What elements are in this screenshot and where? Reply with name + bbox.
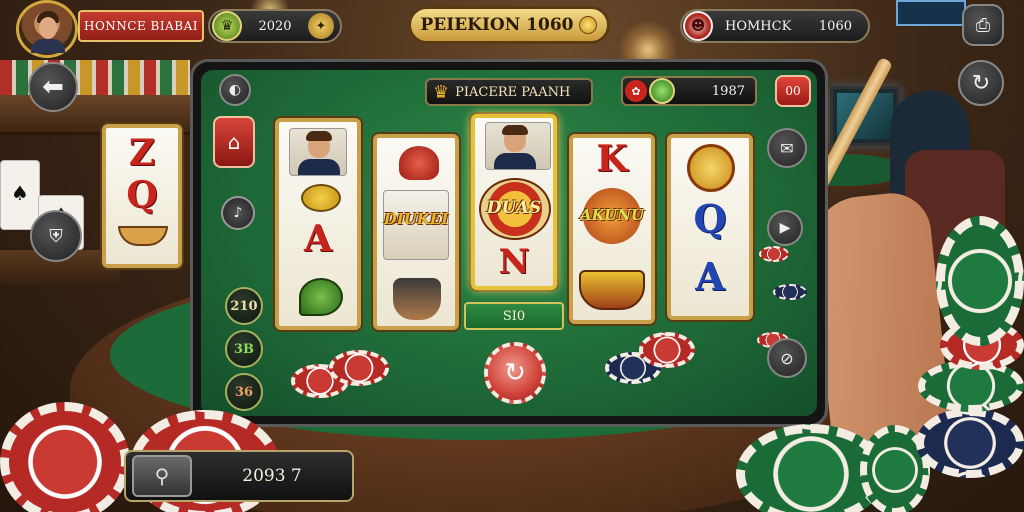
player-avatar[interactable] [16,0,78,58]
pot-display[interactable]: ✿ 1987 [621,76,757,106]
speech-bubble-symbol [301,184,341,212]
spin-button[interactable]: ↻ [484,342,546,404]
reel-symbol: DIUKEI [383,210,449,228]
table-title-bar: ♛ PIACERE PAANH [425,78,593,106]
opponent-value: 1060 [818,18,852,34]
home-button[interactable]: ⌂ [213,116,255,168]
reel-symbol: A [304,218,332,260]
table-chip [773,284,807,300]
reel-symbol: K [596,138,628,180]
balance-pill[interactable]: ♛ 2020 ✦ [208,9,342,43]
green-gem-icon [649,78,675,104]
reel-symbol: A [695,254,725,299]
sound-icon[interactable]: ♪ [221,196,255,230]
reel-1: A [275,118,361,330]
portrait-symbol [289,128,347,176]
pot-value: 1987 [711,83,745,99]
background-screen [896,0,966,26]
menu-button[interactable]: 00 [775,75,811,107]
game-title: PEIEKION 1060 [408,6,610,44]
side-reel-symbol: Q [126,174,158,216]
reel-5: Q A [667,134,753,320]
reel-4: K AKUNU [569,134,655,324]
opponent-name: HOMHCK [725,18,792,34]
spin-icon: ↻ [504,358,526,388]
back-icon[interactable]: ◐ [219,74,251,106]
portrait-symbol [485,122,551,170]
play-icon[interactable]: ▶ [767,210,803,246]
tag-icon: ⚲ [132,455,192,497]
crown-icon: ♛ [433,81,450,103]
fruit-basket-symbol [579,270,645,310]
arrow-left-icon[interactable]: ⬅ [28,62,78,112]
foreground-chip [916,408,1024,478]
bet-option-button[interactable]: 36 [225,373,263,411]
foreground-chip [936,216,1024,346]
table-chip [329,350,389,386]
bet-option-button[interactable]: 3B [225,330,263,368]
bet-option-button[interactable]: 210 [225,287,263,325]
lock-icon[interactable]: ⊘ [767,338,807,378]
leaf-symbol [299,278,343,316]
food-bowl-icon [118,226,168,246]
player-name: HONNCE BIABAI [78,10,204,42]
opponent-pill[interactable]: ☻ HOMHCK 1060 [680,9,870,43]
refresh-icon[interactable]: ↻ [958,60,1004,106]
shield-icon[interactable]: ⛨ [30,210,82,262]
gold-medal-symbol [687,144,735,192]
reel-2: DIUKEI [373,134,459,330]
reel-symbol: N [498,242,530,282]
chip-icon: ✿ [625,80,647,102]
game-screen: ◐ ♛ PIACERE PAANH ✿ 1987 00 ⌂ ♪ A DIUKEI [201,70,817,416]
trophy-icon: ♛ [212,11,242,41]
bag-icon: ✦ [308,13,334,39]
game-title-text: PEIEKION 1060 [420,15,574,35]
reel-symbol: Q [693,196,727,241]
side-reel: Z Q [102,124,182,268]
tablet-device: ◐ ♛ PIACERE PAANH ✿ 1987 00 ⌂ ♪ A DIUKEI [190,59,828,427]
helmet-symbol [399,146,439,180]
foreground-chip [0,402,130,512]
reel-symbol: AKUNU [579,206,644,224]
share-icon[interactable]: ⎙ [962,4,1004,46]
table-chip [639,332,695,368]
total-balance-bar[interactable]: ⚲ 2093 7 [124,450,354,502]
opponent-avatar-icon: ☻ [683,11,713,41]
table-title: PIACERE PAANH [455,84,571,100]
table-chip [759,246,789,262]
bet-amount[interactable]: SI0 [464,302,564,330]
side-reel-symbol: Z [128,132,156,174]
reel-3: DUAS N [471,114,557,290]
reel-symbol: DUAS [486,198,542,218]
total-balance-value: 2093 7 [242,466,302,486]
background-playing-card: ♠ [0,160,40,230]
coin-icon [579,16,598,34]
chat-icon[interactable]: ✉ [767,128,807,168]
balance-value: 2020 [258,18,292,34]
lamp-man-symbol [393,278,441,320]
